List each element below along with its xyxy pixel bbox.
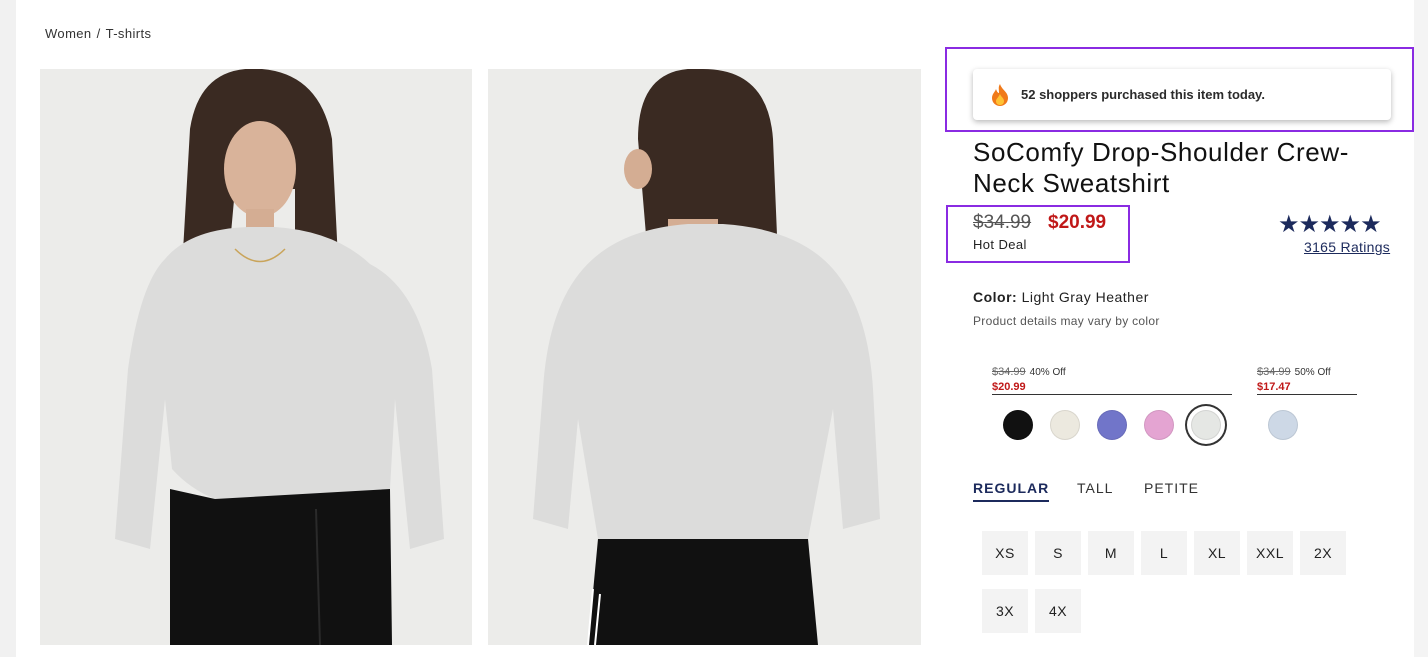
color-info: Color: Light Gray Heather [973,289,1149,305]
social-proof-card: 52 shoppers purchased this item today. [973,69,1391,120]
tab-tall[interactable]: TALL [1077,480,1113,500]
color-label: Color: [973,289,1018,305]
tab-petite[interactable]: PETITE [1144,480,1199,500]
tab-regular[interactable]: REGULAR [973,480,1050,502]
color-note: Product details may vary by color [973,314,1160,328]
breadcrumb-link-tshirts[interactable]: T-shirts [106,26,152,41]
page-scroll-gutter [1414,0,1428,657]
swatch-price-group: $34.99 40% Off $20.99 [992,362,1232,395]
size-button[interactable]: M [1088,531,1134,575]
fire-icon [989,83,1011,107]
size-button[interactable]: S [1035,531,1081,575]
product-image-front[interactable] [40,69,472,645]
breadcrumb-separator: / [96,26,101,41]
rating-stars: ★★★★★ [1278,211,1382,238]
size-button[interactable]: XL [1194,531,1240,575]
color-value: Light Gray Heather [1021,289,1149,305]
breadcrumb: Women / T-shirts [45,26,151,41]
group-discount: 50% Off [1294,367,1331,378]
size-button[interactable]: 4X [1035,589,1081,633]
size-button[interactable]: 2X [1300,531,1346,575]
size-button[interactable]: L [1141,531,1187,575]
group-sale-price: $20.99 [992,381,1026,393]
color-swatch[interactable] [1144,410,1174,440]
ratings-count-link[interactable]: 3165 Ratings [1304,239,1390,255]
color-swatch[interactable] [1097,410,1127,440]
group-sale-price: $17.47 [1257,381,1291,393]
color-swatch[interactable] [1003,410,1033,440]
deal-label: Hot Deal [973,237,1027,252]
breadcrumb-link-women[interactable]: Women [45,26,92,41]
group-discount: 40% Off [1029,367,1066,378]
color-swatch[interactable] [1191,410,1221,440]
original-price: $34.99 [973,212,1032,233]
page-gutter-left [0,0,16,657]
model-front-illustration [40,69,472,645]
model-back-illustration [488,69,921,645]
size-button[interactable]: XS [982,531,1028,575]
color-swatch[interactable] [1268,410,1298,440]
group-original-price: $34.99 [1257,366,1291,378]
sale-price: $20.99 [1048,212,1107,233]
product-title: SoComfy Drop-Shoulder Crew-Neck Sweatshi… [973,137,1349,198]
swatch-price-group: $34.99 50% Off $17.47 [1257,362,1357,395]
group-original-price: $34.99 [992,366,1026,378]
social-proof-text: 52 shoppers purchased this item today. [1021,87,1265,102]
product-image-back[interactable] [488,69,921,645]
size-button[interactable]: XXL [1247,531,1293,575]
color-swatch[interactable] [1050,410,1080,440]
size-button[interactable]: 3X [982,589,1028,633]
